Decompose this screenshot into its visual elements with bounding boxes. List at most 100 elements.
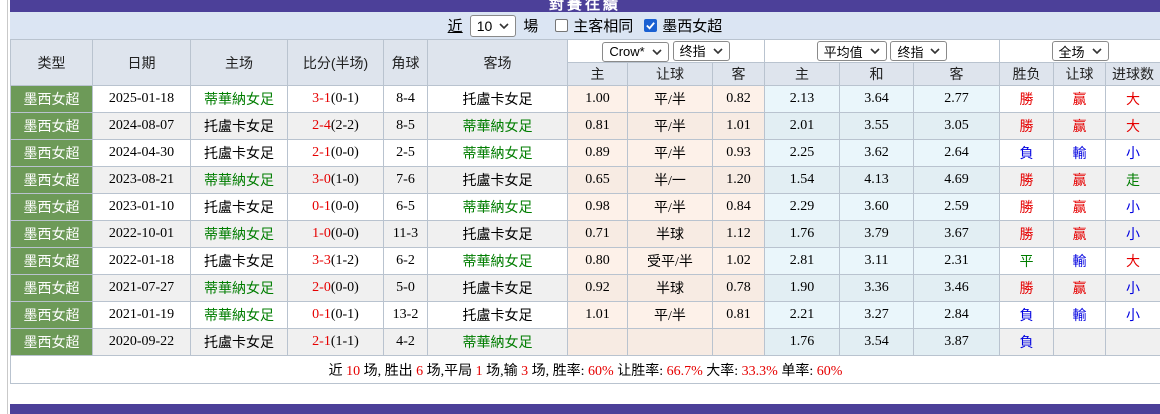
crow-home-odds — [567, 328, 628, 356]
result-outcome: 平 — [999, 247, 1055, 275]
crow-away-odds — [711, 328, 766, 356]
sub-header-result-outcome: 胜负 — [999, 62, 1055, 86]
corner-score: 2-5 — [383, 139, 428, 167]
avg-draw-odds: 3.54 — [839, 328, 915, 356]
check-icon — [646, 22, 656, 30]
crow-away-odds: 0.84 — [711, 193, 766, 221]
crow-home-odds: 1.01 — [567, 301, 628, 329]
average-stage-select[interactable]: 终指 — [890, 41, 948, 61]
league-badge: 墨西女超 — [10, 301, 93, 329]
bookmaker-stage-select[interactable]: 终指 — [672, 40, 730, 61]
league-badge: 墨西女超 — [10, 247, 93, 275]
match-score: 0-1(0-1) — [287, 301, 384, 329]
corner-score: 5-0 — [383, 274, 428, 302]
away-team: 托盧卡女足 — [427, 220, 568, 248]
corner-score: 11-3 — [383, 220, 428, 248]
home-team: 托盧卡女足 — [190, 328, 288, 356]
match-score: 2-0(0-0) — [287, 274, 384, 302]
crow-handicap: 半/一 — [627, 166, 713, 194]
filter-bar: 近 10 場 主客相同 墨西女超 — [10, 12, 1160, 39]
avg-home-odds: 2.81 — [764, 247, 841, 275]
corner-score: 13-2 — [383, 301, 428, 329]
result-outcome: 負 — [999, 139, 1055, 167]
same-home-away-label: 主客相同 — [573, 18, 634, 35]
bookmaker-select-value: Crow* — [609, 44, 645, 59]
chevron-down-icon — [930, 48, 941, 54]
avg-draw-odds: 4.13 — [839, 166, 915, 194]
avg-draw-odds: 3.11 — [839, 247, 915, 275]
result-goals: 小 — [1105, 139, 1160, 167]
crow-away-odds: 0.78 — [711, 274, 766, 302]
league-filter-checkbox[interactable] — [644, 19, 658, 32]
result-goals: 大 — [1105, 85, 1160, 113]
crow-handicap — [627, 328, 713, 356]
avg-away-odds: 2.31 — [913, 247, 1001, 275]
result-handicap — [1053, 328, 1107, 356]
crow-home-odds: 0.65 — [567, 166, 628, 194]
average-stage-value: 终指 — [897, 44, 924, 60]
near-link[interactable]: 近 — [448, 15, 463, 36]
average-group-header: 平均值 终指 — [764, 39, 1001, 63]
match-score: 0-1(0-0) — [287, 193, 384, 221]
match-score: 3-3(1-2) — [287, 247, 384, 275]
match-score: 2-1(0-0) — [287, 139, 384, 167]
bookmaker-select[interactable]: Crow* — [602, 41, 669, 62]
chevron-down-icon — [870, 48, 880, 54]
sub-header-avg-away: 客 — [913, 62, 1001, 86]
games-count-select[interactable]: 10 — [469, 14, 517, 37]
crow-home-odds: 0.98 — [567, 193, 628, 221]
scope-select[interactable]: 全场 — [1051, 41, 1109, 61]
corner-score: 8-5 — [383, 112, 428, 140]
avg-away-odds: 3.05 — [913, 112, 1001, 140]
crow-home-odds: 0.81 — [567, 112, 628, 140]
result-handicap: 赢 — [1053, 193, 1107, 221]
match-date: 2024-08-07 — [92, 112, 191, 140]
crow-home-odds: 0.89 — [567, 139, 628, 167]
average-select-value: 平均值 — [823, 44, 863, 60]
result-outcome: 勝 — [999, 220, 1055, 248]
match-date: 2020-09-22 — [92, 328, 191, 356]
avg-away-odds: 2.84 — [913, 301, 1001, 329]
col-header-corner: 角球 — [383, 39, 428, 86]
games-unit-label: 場 — [523, 18, 539, 35]
away-team: 蒂華納女足 — [427, 139, 568, 167]
result-goals: 小 — [1105, 274, 1160, 302]
league-badge: 墨西女超 — [10, 193, 93, 221]
games-count-value: 10 — [476, 17, 493, 34]
match-score: 3-0(1-0) — [287, 166, 384, 194]
corner-score: 7-6 — [383, 166, 428, 194]
match-date: 2022-01-18 — [92, 247, 191, 275]
result-outcome: 負 — [999, 328, 1055, 356]
history-tbody: 墨西女超 2025-01-18 蒂華納女足 3-1(0-1) 8-4 托盧卡女足 1.00 平… — [10, 85, 1160, 356]
result-handicap: 赢 — [1053, 274, 1107, 302]
home-team: 托盧卡女足 — [190, 247, 288, 275]
crow-handicap: 半球 — [627, 274, 713, 302]
league-badge: 墨西女超 — [10, 139, 93, 167]
avg-away-odds: 3.67 — [913, 220, 1001, 248]
home-team: 托盧卡女足 — [190, 112, 288, 140]
crow-home-odds: 0.71 — [567, 220, 628, 248]
match-date: 2024-04-30 — [92, 139, 191, 167]
home-team: 蒂華納女足 — [190, 301, 288, 329]
result-handicap: 赢 — [1053, 166, 1107, 194]
away-team: 托盧卡女足 — [427, 301, 568, 329]
same-home-away-checkbox[interactable] — [555, 19, 569, 32]
result-outcome: 勝 — [999, 85, 1055, 113]
avg-home-odds: 2.29 — [764, 193, 841, 221]
away-team: 蒂華納女足 — [427, 328, 568, 356]
avg-draw-odds: 3.79 — [839, 220, 915, 248]
sub-header-result-handicap: 让球 — [1053, 62, 1107, 86]
match-score: 1-0(0-0) — [287, 220, 384, 248]
league-badge: 墨西女超 — [10, 274, 93, 302]
average-select[interactable]: 平均值 — [816, 41, 887, 61]
avg-home-odds: 1.90 — [764, 274, 841, 302]
avg-away-odds: 2.64 — [913, 139, 1001, 167]
sub-header-result-goals: 进球数 — [1105, 62, 1160, 86]
match-date: 2021-07-27 — [92, 274, 191, 302]
panel-title-bar: 對賽往績 — [10, 0, 1160, 12]
home-team: 托盧卡女足 — [190, 139, 288, 167]
crow-handicap: 平/半 — [627, 85, 713, 113]
result-outcome: 負 — [999, 301, 1055, 329]
crow-handicap: 平/半 — [627, 139, 713, 167]
home-team: 蒂華納女足 — [190, 274, 288, 302]
